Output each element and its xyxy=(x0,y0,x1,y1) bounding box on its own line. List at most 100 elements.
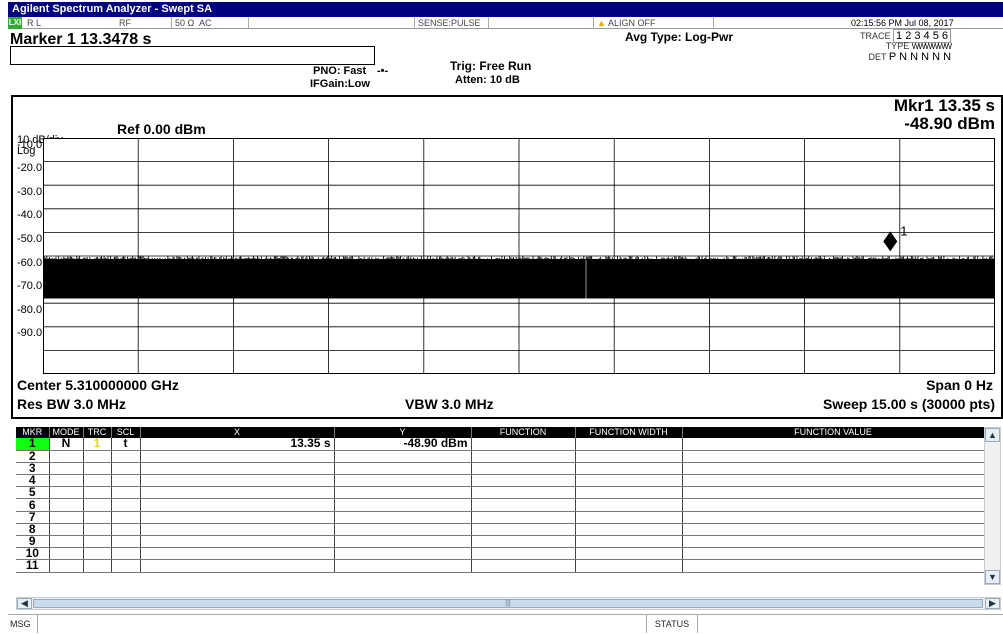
table-cell[interactable] xyxy=(682,450,985,463)
table-cell[interactable] xyxy=(83,462,112,476)
table-cell[interactable] xyxy=(471,438,576,451)
table-cell[interactable] xyxy=(682,535,985,549)
table-cell[interactable] xyxy=(111,450,141,463)
table-cell[interactable] xyxy=(140,511,335,524)
table-cell[interactable] xyxy=(49,498,84,512)
table-cell[interactable] xyxy=(575,535,683,549)
table-cell[interactable] xyxy=(111,498,141,512)
table-cell[interactable] xyxy=(83,498,112,512)
table-cell[interactable]: 1 xyxy=(16,438,50,451)
table-cell[interactable] xyxy=(471,523,576,537)
table-cell[interactable] xyxy=(471,486,576,500)
table-cell[interactable]: 13.35 s xyxy=(140,438,335,451)
table-header[interactable]: FUNCTION WIDTH xyxy=(575,427,683,438)
horizontal-scrollbar[interactable]: ◀ ||| ▶ xyxy=(16,597,1001,610)
table-header[interactable]: MKR xyxy=(16,427,50,438)
table-cell[interactable] xyxy=(111,523,141,537)
scroll-up-icon[interactable]: ▲ xyxy=(985,428,1000,442)
table-cell[interactable] xyxy=(682,486,985,500)
table-cell[interactable]: 4 xyxy=(16,474,50,488)
table-cell[interactable]: t xyxy=(111,438,141,451)
vertical-scrollbar[interactable]: ▲ ▼ xyxy=(984,427,1001,585)
table-header[interactable]: MODE xyxy=(49,427,84,438)
table-cell[interactable] xyxy=(682,438,985,451)
table-cell[interactable] xyxy=(334,535,472,549)
table-cell[interactable] xyxy=(575,462,683,476)
table-cell[interactable] xyxy=(471,535,576,549)
table-header[interactable]: SCL xyxy=(111,427,141,438)
table-cell[interactable]: 7 xyxy=(16,511,50,524)
table-header[interactable]: TRC xyxy=(83,427,112,438)
table-cell[interactable] xyxy=(83,523,112,537)
table-cell[interactable] xyxy=(334,486,472,500)
table-cell[interactable] xyxy=(334,498,472,512)
table-row[interactable]: 8 xyxy=(16,523,985,537)
table-row[interactable]: 1 N 1 t 13.35 s -48.90 dBm xyxy=(16,438,985,451)
table-cell[interactable] xyxy=(575,559,683,573)
table-cell[interactable] xyxy=(49,523,84,537)
table-cell[interactable] xyxy=(140,462,335,476)
scroll-left-icon[interactable]: ◀ xyxy=(17,598,32,609)
table-cell[interactable] xyxy=(111,462,141,476)
table-cell[interactable] xyxy=(111,535,141,549)
table-cell[interactable] xyxy=(49,547,84,561)
table-header[interactable]: X xyxy=(140,427,335,438)
scroll-right-icon[interactable]: ▶ xyxy=(985,598,1000,609)
table-cell[interactable] xyxy=(682,511,985,524)
table-cell[interactable] xyxy=(83,511,112,524)
table-cell[interactable]: 6 xyxy=(16,498,50,512)
table-cell[interactable] xyxy=(575,511,683,524)
table-cell[interactable] xyxy=(471,511,576,524)
table-cell[interactable] xyxy=(111,486,141,500)
table-cell[interactable]: -48.90 dBm xyxy=(334,438,472,451)
table-header[interactable]: Y xyxy=(334,427,472,438)
table-cell[interactable] xyxy=(575,523,683,537)
table-cell[interactable] xyxy=(49,559,84,573)
table-row[interactable]: 4 xyxy=(16,474,985,488)
scroll-down-icon[interactable]: ▼ xyxy=(985,570,1000,584)
table-cell[interactable] xyxy=(111,511,141,524)
table-cell[interactable] xyxy=(83,450,112,463)
table-cell[interactable] xyxy=(471,547,576,561)
table-cell[interactable] xyxy=(682,559,985,573)
table-cell[interactable] xyxy=(682,462,985,476)
table-cell[interactable] xyxy=(575,450,683,463)
table-cell[interactable]: 8 xyxy=(16,523,50,537)
table-cell[interactable]: N xyxy=(49,438,84,451)
table-cell[interactable] xyxy=(471,559,576,573)
table-cell[interactable] xyxy=(471,450,576,463)
table-cell[interactable]: 2 xyxy=(16,450,50,463)
table-cell[interactable] xyxy=(140,450,335,463)
table-cell[interactable] xyxy=(334,547,472,561)
table-cell[interactable] xyxy=(83,535,112,549)
table-cell[interactable]: 1 xyxy=(83,438,112,451)
table-cell[interactable]: 11 xyxy=(16,559,50,573)
table-row[interactable]: 11 xyxy=(16,559,985,573)
table-cell[interactable] xyxy=(575,486,683,500)
table-row[interactable]: 2 xyxy=(16,450,985,463)
table-cell[interactable] xyxy=(682,547,985,561)
marker-table[interactable]: MKR MODE TRC SCL X Y FUNCTION FUNCTION WIDTH FUN… xyxy=(16,427,1003,597)
table-cell[interactable] xyxy=(49,462,84,476)
table-cell[interactable] xyxy=(140,547,335,561)
table-cell[interactable] xyxy=(471,498,576,512)
table-cell[interactable] xyxy=(83,474,112,488)
table-cell[interactable] xyxy=(111,474,141,488)
table-cell[interactable] xyxy=(575,474,683,488)
table-cell[interactable]: 9 xyxy=(16,535,50,549)
table-row[interactable]: 10 xyxy=(16,547,985,561)
table-row[interactable]: 7 xyxy=(16,511,985,524)
table-cell[interactable] xyxy=(575,438,683,451)
table-cell[interactable] xyxy=(682,474,985,488)
table-cell[interactable] xyxy=(575,547,683,561)
table-cell[interactable]: 5 xyxy=(16,486,50,500)
table-row[interactable]: 9 xyxy=(16,535,985,549)
table-cell[interactable] xyxy=(83,486,112,500)
table-cell[interactable] xyxy=(140,486,335,500)
table-cell[interactable] xyxy=(140,523,335,537)
table-cell[interactable] xyxy=(111,559,141,573)
table-cell[interactable] xyxy=(682,523,985,537)
table-cell[interactable] xyxy=(334,559,472,573)
table-header[interactable]: FUNCTION VALUE xyxy=(682,427,985,438)
table-cell[interactable] xyxy=(682,498,985,512)
